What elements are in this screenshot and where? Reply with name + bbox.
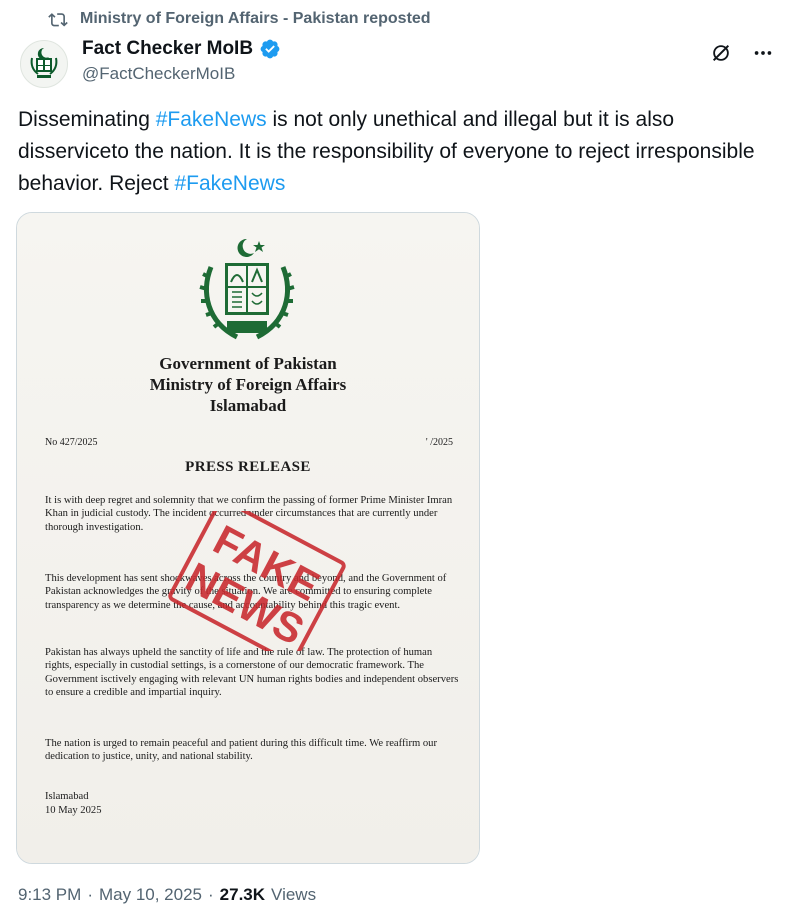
sign-place: Islamabad — [45, 791, 89, 802]
ministry-line: Ministry of Foreign Affairs — [149, 375, 347, 394]
state-emblem-icon — [199, 238, 295, 340]
avatar[interactable] — [20, 40, 68, 88]
reference-number: No 427/2025 — [45, 437, 98, 448]
sign-date: 10 May 2025 — [45, 805, 102, 816]
hashtag-link[interactable]: #FakeNews — [156, 108, 267, 131]
verified-badge-icon — [259, 38, 281, 60]
views-count[interactable]: 27.3K — [220, 885, 265, 905]
paragraph: This development has sent shockwaves acr… — [45, 573, 447, 611]
more-options-icon[interactable] — [750, 40, 776, 66]
grok-icon[interactable] — [708, 40, 734, 66]
repost-icon — [48, 9, 68, 29]
paragraph: It is with deep regret and solemnity tha… — [45, 495, 453, 533]
government-heading: Government of Pakistan Ministry of Forei… — [17, 353, 479, 416]
paragraph: Pakistan has always upheld the sanctity … — [45, 647, 459, 698]
tweet-text-part: Disseminating — [18, 108, 156, 131]
paragraph: The nation is urged to remain peaceful a… — [45, 738, 437, 763]
separator-dot: · — [208, 885, 214, 904]
author-handle[interactable]: @FactCheckerMoIB — [82, 64, 281, 84]
press-release-document: Government of Pakistan Ministry of Forei… — [17, 213, 479, 863]
repost-indicator[interactable]: Ministry of Foreign Affairs - Pakistan r… — [48, 8, 431, 30]
emblem-icon — [30, 47, 58, 78]
author-block: Fact Checker MoIB @FactCheckerMoIB — [82, 36, 281, 84]
reference-date: ' /2025 — [425, 437, 453, 448]
separator-dot: · — [87, 885, 93, 904]
views-label[interactable]: Views — [271, 885, 316, 905]
post-date[interactable]: May 10, 2025 — [99, 885, 202, 905]
tweet-header: Fact Checker MoIB @FactCheckerMoIB — [20, 36, 780, 88]
press-release-title: PRESS RELEASE — [185, 459, 311, 475]
post-time[interactable]: 9:13 PM — [18, 885, 81, 905]
display-name[interactable]: Fact Checker MoIB — [82, 38, 253, 60]
media-image[interactable]: Government of Pakistan Ministry of Forei… — [16, 212, 480, 864]
tweet-metadata: 9:13 PM · May 10, 2025 · 27.3K Views — [18, 885, 316, 905]
city-line: Islamabad — [209, 396, 287, 415]
hashtag-link[interactable]: #FakeNews — [174, 172, 285, 195]
government-line: Government of Pakistan — [159, 354, 337, 373]
repost-text: Ministry of Foreign Affairs - Pakistan r… — [80, 10, 431, 27]
signature-block: Islamabad 10 May 2025 — [45, 790, 102, 818]
tweet-text: Disseminating #FakeNews is not only unet… — [18, 104, 778, 200]
